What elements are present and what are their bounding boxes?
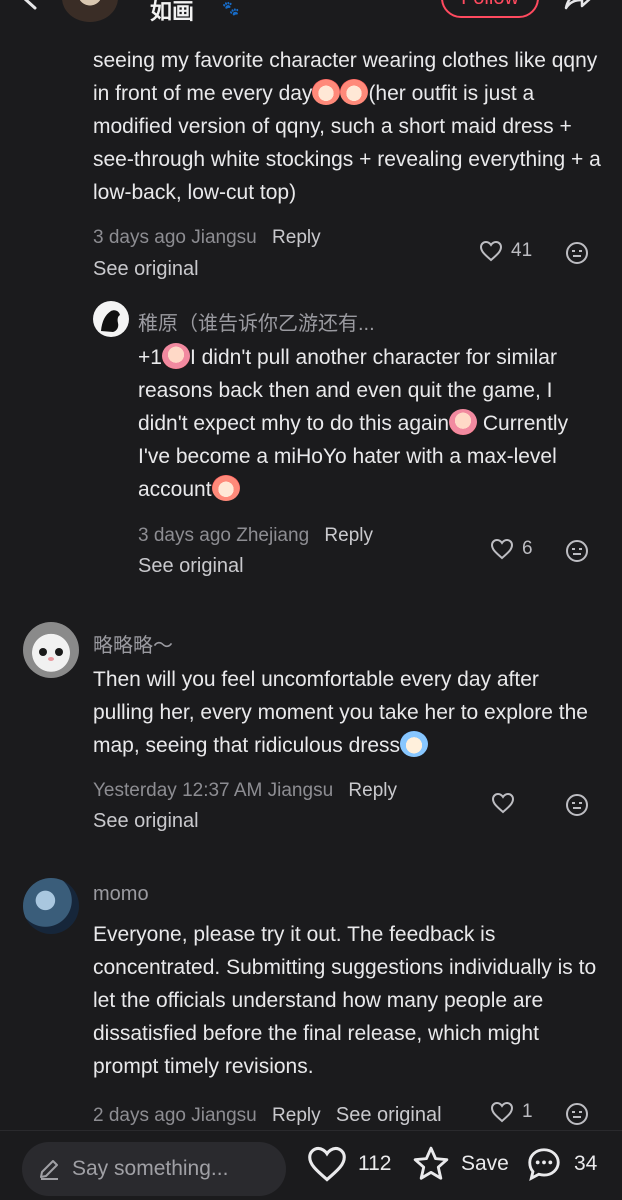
unhappy-face-icon [566,242,588,264]
see-original-link[interactable]: See original [138,555,244,578]
crying-emoji-icon [449,409,478,435]
comment-count: 34 [574,1152,598,1175]
comment-username[interactable]: momo [93,883,149,906]
avatar[interactable] [23,878,79,934]
comment-4-meta: 2 days ago Jiangsu Reply See original [93,1104,442,1127]
comment-location: Zhejiang [236,525,310,546]
like-button[interactable]: 41 [479,240,532,262]
comment-location: Jiangsu [267,780,334,801]
like-button[interactable]: 6 [490,538,533,560]
comment-text: seeing my favorite character wearing clo… [93,49,601,204]
avatar[interactable] [93,301,129,337]
heart-icon [490,538,514,560]
reply-button[interactable]: Reply [348,780,397,801]
dislike-button[interactable] [565,539,589,563]
crying-emoji-icon [312,79,341,105]
comment-input[interactable] [22,1142,286,1196]
comment-text: Then will you feel uncomfortable every d… [93,668,588,757]
post-like-count: 112 [358,1152,392,1175]
back-arrow-icon[interactable] [20,0,42,10]
cat-face-icon [39,648,63,661]
comment-text: +1 I didn't pull another character for si… [138,341,603,506]
like-button[interactable] [491,792,523,814]
comments-page: 如画 🐾 Follow seeing my favorite character… [0,0,622,1200]
comment-location: Jiangsu [191,1105,257,1126]
see-original-link[interactable]: See original [336,1104,442,1126]
see-original-link[interactable]: See original [93,810,199,833]
save-label: Save [461,1152,509,1175]
heart-icon [491,792,515,814]
bottom-action-bar: 112 Save 34 [0,1130,622,1200]
comments-button[interactable]: 34 [524,1145,597,1183]
comment-time: Yesterday 12:37 AM [93,780,263,801]
heart-icon [308,1146,346,1182]
heart-icon [479,240,503,262]
comment-username[interactable]: 略略略～ [93,629,173,658]
unhappy-face-icon [566,794,588,816]
comment-location: Jiangsu [191,227,257,248]
heart-icon [490,1101,514,1123]
star-icon [413,1146,449,1180]
crying-emoji-icon [340,79,369,105]
author-name[interactable]: 如画 [150,0,194,26]
comment-1-meta: 3 days ago Jiangsu Reply [93,227,321,249]
dislike-button[interactable] [565,793,589,817]
dislike-button[interactable] [565,1102,589,1126]
like-count: 6 [522,538,533,559]
author-avatar[interactable] [62,0,118,22]
avatar-silhouette-icon [101,310,120,332]
reply-button[interactable]: Reply [272,227,321,248]
save-button[interactable]: Save [411,1145,509,1183]
comment-3: Then will you feel uncomfortable every d… [93,663,603,762]
share-icon[interactable] [562,0,594,12]
comment-time: 3 days ago [93,227,186,248]
reply-button[interactable]: Reply [324,525,373,546]
see-original-link[interactable]: See original [93,258,199,281]
comment-4: Everyone, please try it out. The feedbac… [93,918,608,1083]
post-like-button[interactable]: 112 [306,1145,391,1183]
comment-username[interactable]: 稚原（谁告诉你乙游还有... [138,307,375,336]
comment-2: +1 I didn't pull another character for si… [138,341,603,506]
comment-1: seeing my favorite character wearing clo… [93,44,603,209]
like-count: 1 [522,1101,533,1122]
like-button[interactable]: 1 [490,1101,533,1123]
like-count: 41 [511,240,533,261]
dislike-button[interactable] [565,241,589,265]
reply-button[interactable]: Reply [272,1105,321,1126]
crying-emoji-icon [211,475,240,501]
comment-time: 2 days ago [93,1105,186,1126]
pencil-icon [40,1160,58,1180]
chat-bubble-icon [528,1148,560,1181]
avatar[interactable] [23,622,79,678]
comment-2-meta: 3 days ago Zhejiang Reply [138,525,373,547]
unhappy-face-icon [566,1103,588,1125]
comment-text: Everyone, please try it out. The feedbac… [93,923,597,1078]
crying-emoji-icon [400,731,428,757]
comment-3-meta: Yesterday 12:37 AM Jiangsu Reply [93,780,397,802]
unhappy-face-icon [566,540,588,562]
paw-badge-icon: 🐾 [222,0,240,16]
comment-time: 3 days ago [138,525,231,546]
top-header: 如画 🐾 Follow [0,0,622,24]
follow-button[interactable]: Follow [441,0,539,18]
crying-emoji-icon [161,343,190,369]
